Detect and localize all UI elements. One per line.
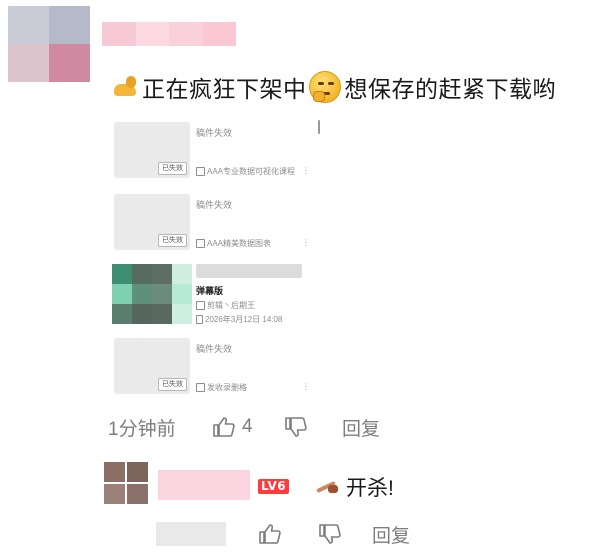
reply-reply-button[interactable]: 回复 [372, 521, 410, 548]
item-authors: 剪辑丶后期王 [196, 300, 255, 311]
like-button[interactable]: 4 [212, 416, 284, 438]
thumbnail: 已失效 [114, 122, 190, 178]
dislike-button[interactable] [284, 416, 342, 438]
comment-time: 1分钟前 [108, 418, 176, 440]
item-title: 稿件失效 [196, 128, 233, 138]
invalid-badge: 已失效 [158, 234, 187, 247]
commenter-name-blurred[interactable] [102, 22, 236, 46]
thumbs-up-icon [213, 417, 235, 437]
phone-icon [196, 315, 203, 324]
thumbnail-mosaic [112, 264, 192, 324]
checkbox-icon [196, 239, 205, 248]
checkbox-icon [196, 301, 205, 310]
level-badge: LV6 [258, 479, 290, 494]
reply-dislike-button[interactable] [318, 523, 372, 545]
checkbox-icon [196, 383, 205, 392]
reply-time-blurred [156, 522, 226, 546]
commenter-avatar[interactable] [8, 6, 90, 82]
reply-text-content: 开杀! [346, 477, 394, 500]
flexed-biceps-icon [112, 74, 138, 100]
list-item: 已失效 稿件失效 发收录删格 ⋮ [108, 338, 322, 402]
item-meta: AAA专业数据可视化课程 [196, 166, 295, 177]
item-date: 2026年3月12日 14:08 [196, 314, 282, 325]
reply-like-button[interactable] [258, 523, 318, 545]
thinking-icon [308, 71, 341, 103]
comment-text-part2: 想保存的赶紧下载哟 [344, 76, 556, 102]
invalid-badge: 已失效 [158, 162, 187, 175]
item-title: 稿件失效 [196, 344, 233, 354]
more-icon: ⋮ [302, 238, 310, 247]
thumbs-down-icon [319, 524, 341, 544]
knife-icon [316, 477, 340, 497]
thumbnail: 已失效 [114, 194, 190, 250]
reply-button[interactable]: 回复 [342, 414, 380, 441]
list-item: 已失效 稿件失效 AAA专业数据可视化课程 ⋮ [108, 122, 322, 186]
comment-text: 正在疯狂下架中 想保存的赶紧下载哟 [112, 70, 556, 104]
invalid-badge: 已失效 [158, 378, 187, 391]
blurred-bar [196, 264, 302, 278]
more-icon: ⋮ [302, 382, 310, 391]
comment-actions: 1分钟前 4 回复 [108, 412, 380, 442]
comment-text-part1: 正在疯狂下架中 [142, 76, 307, 102]
reply-text: 开杀! [316, 472, 394, 502]
thumbnail: 已失效 [114, 338, 190, 394]
more-icon: ⋮ [302, 166, 310, 175]
checkbox-icon [196, 167, 205, 176]
item-meta: 发收录删格 [196, 382, 247, 393]
comment-image[interactable]: 已失效 稿件失效 AAA专业数据可视化课程 ⋮ 已失效 稿件失效 AAA精美数据… [108, 112, 322, 408]
list-item: 弹幕版 剪辑丶后期王 2026年3月12日 14:08 [108, 264, 322, 328]
item-title: 弹幕版 [196, 286, 224, 296]
item-meta: AAA精美数据图表 [196, 238, 271, 249]
reply-name-blurred[interactable] [158, 470, 250, 500]
thumbs-up-icon [259, 524, 281, 544]
like-count: 4 [242, 416, 253, 437]
list-item: 已失效 稿件失效 AAA精美数据图表 ⋮ [108, 194, 322, 258]
thumbs-down-icon [285, 417, 307, 437]
item-title: 稿件失效 [196, 200, 233, 210]
reply-avatar[interactable] [104, 462, 148, 504]
reply-actions: 回复 [156, 520, 410, 548]
